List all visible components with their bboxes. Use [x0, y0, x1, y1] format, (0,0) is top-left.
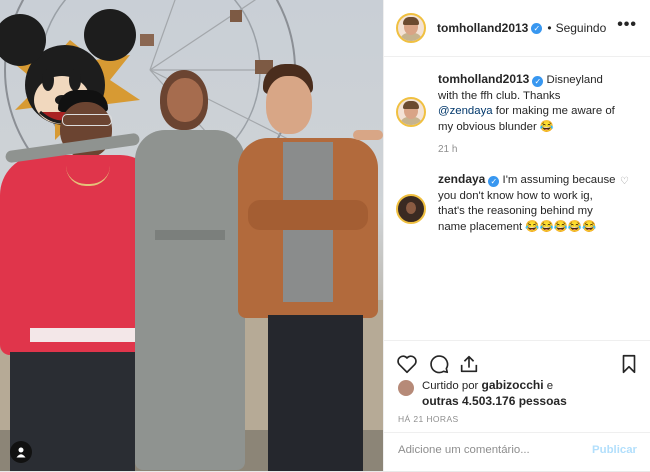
comment-item: zendaya ✓ I'm assuming because you don't … [384, 172, 650, 242]
author-username[interactable]: tomholland2013 [437, 21, 528, 35]
liker-avatar[interactable] [398, 380, 414, 396]
verified-badge-icon: ✓ [531, 22, 543, 34]
verified-badge-icon: ✓ [488, 176, 500, 187]
post-sidebar: tomholland2013 ✓ • Seguindo ••• tomholla… [383, 0, 650, 471]
post-header: tomholland2013 ✓ • Seguindo ••• [384, 0, 650, 57]
publish-button[interactable]: Publicar [592, 444, 637, 456]
caption-username[interactable]: tomholland2013 [438, 72, 529, 86]
commenter-avatar[interactable] [396, 194, 426, 224]
comment-icon[interactable] [428, 353, 450, 375]
comment-username[interactable]: zendaya [438, 172, 485, 186]
likes-others-count[interactable]: outras 4.503.176 pessoas [422, 394, 567, 408]
separator-dot: • [547, 21, 552, 35]
liker-username[interactable]: gabizocchi [482, 378, 544, 392]
likes-middle: e [543, 380, 554, 392]
caption-avatar[interactable] [396, 97, 426, 127]
heart-icon[interactable] [396, 353, 418, 375]
add-comment-bar: Adicione um comentário... Publicar [384, 432, 650, 472]
mention-link[interactable]: @zendaya [438, 105, 493, 117]
comment-like-icon[interactable]: ♡ [620, 176, 629, 187]
bookmark-icon[interactable] [618, 353, 640, 375]
likes-prefix: Curtido por [422, 380, 482, 392]
caption-text: tomholland2013 ✓ Disneyland with the ffh … [438, 72, 618, 135]
likes-summary: Curtido por gabizocchi e outras 4.503.17… [398, 378, 638, 410]
person-tag-icon[interactable] [10, 441, 32, 463]
person-brown-jacket [238, 60, 383, 471]
following-button[interactable]: Seguindo [556, 21, 607, 35]
comment-text: zendaya ✓ I'm assuming because you don't … [438, 172, 618, 235]
post-modal: tomholland2013 ✓ • Seguindo ••• tomholla… [0, 0, 650, 471]
caption-timestamp: 21 h [438, 144, 458, 155]
more-options-icon[interactable]: ••• [617, 16, 637, 34]
post-date: HÁ 21 HORAS [398, 414, 459, 424]
author-avatar[interactable] [396, 13, 426, 43]
share-icon[interactable] [458, 353, 480, 375]
comment-input[interactable]: Adicione um comentário... [398, 444, 530, 456]
verified-badge-icon: ✓ [532, 76, 544, 87]
post-photo[interactable] [0, 0, 383, 471]
caption: tomholland2013 ✓ Disneyland with the ffh … [384, 72, 650, 162]
